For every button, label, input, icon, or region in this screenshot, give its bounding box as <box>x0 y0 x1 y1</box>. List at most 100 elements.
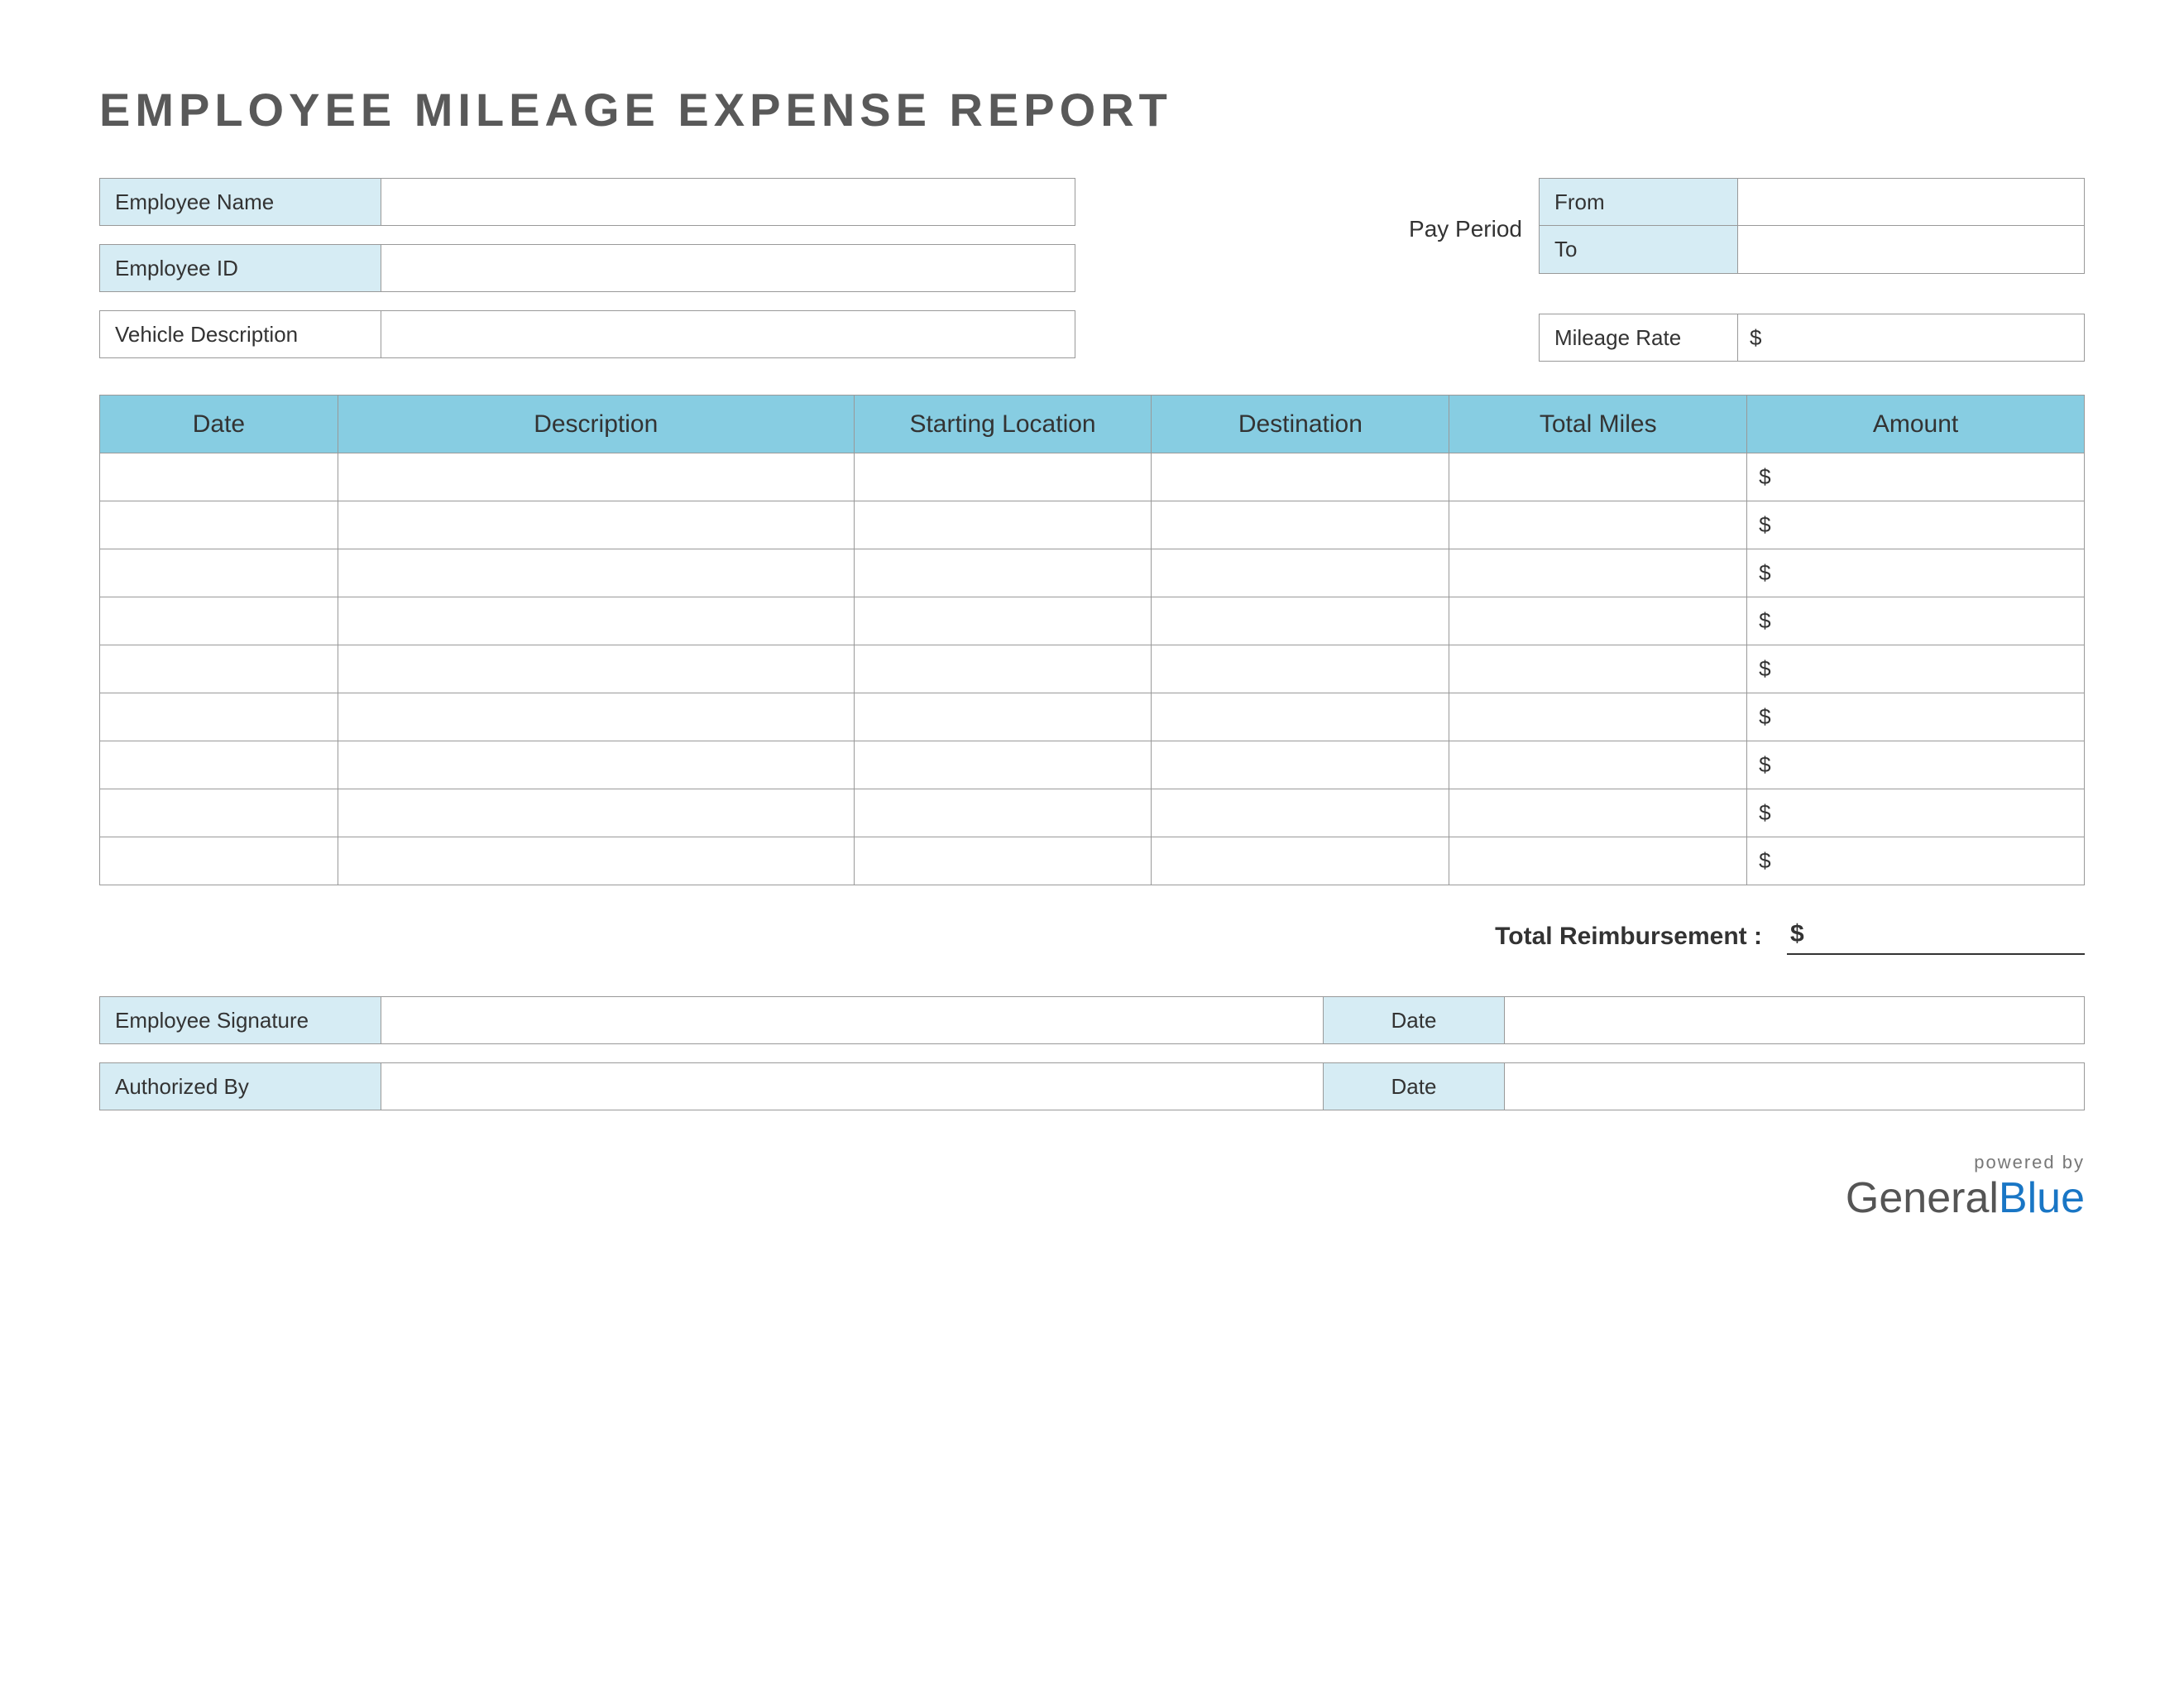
authorized-by-input[interactable] <box>381 1063 1323 1110</box>
cell-destination[interactable] <box>1152 549 1449 597</box>
cell-total_miles[interactable] <box>1449 597 1747 645</box>
mileage-rate-input[interactable]: $ <box>1738 314 2084 361</box>
cell-destination[interactable] <box>1152 837 1449 885</box>
to-label: To <box>1540 226 1738 273</box>
cell-date[interactable] <box>100 741 338 789</box>
cell-date[interactable] <box>100 837 338 885</box>
authorized-date-input[interactable] <box>1505 1063 2084 1110</box>
cell-description[interactable] <box>338 549 854 597</box>
cell-description[interactable] <box>338 645 854 693</box>
employee-name-label: Employee Name <box>100 179 381 225</box>
cell-starting_location[interactable] <box>854 597 1152 645</box>
cell-starting_location[interactable] <box>854 741 1152 789</box>
cell-description[interactable] <box>338 693 854 741</box>
footer: powered by GeneralBlue <box>99 1152 2085 1223</box>
employee-signature-input[interactable] <box>381 997 1323 1043</box>
cell-total_miles[interactable] <box>1449 645 1747 693</box>
cell-amount[interactable]: $ <box>1747 741 2085 789</box>
cell-destination[interactable] <box>1152 597 1449 645</box>
employee-signature-date-label: Date <box>1323 997 1505 1043</box>
cell-destination[interactable] <box>1152 645 1449 693</box>
powered-by-text: powered by <box>99 1152 2085 1173</box>
table-row: $ <box>100 741 2085 789</box>
employee-signature-label: Employee Signature <box>100 997 381 1043</box>
cell-description[interactable] <box>338 837 854 885</box>
col-header-amount: Amount <box>1747 396 2085 453</box>
col-header-starting-location: Starting Location <box>854 396 1152 453</box>
cell-date[interactable] <box>100 549 338 597</box>
cell-amount[interactable]: $ <box>1747 789 2085 837</box>
total-reimbursement-value[interactable]: $ <box>1787 918 2085 955</box>
cell-total_miles[interactable] <box>1449 741 1747 789</box>
cell-total_miles[interactable] <box>1449 789 1747 837</box>
cell-total_miles[interactable] <box>1449 501 1747 549</box>
cell-date[interactable] <box>100 501 338 549</box>
table-row: $ <box>100 645 2085 693</box>
cell-total_miles[interactable] <box>1449 549 1747 597</box>
col-header-total-miles: Total Miles <box>1449 396 1747 453</box>
cell-amount[interactable]: $ <box>1747 501 2085 549</box>
mileage-rate-row: Mileage Rate $ <box>1539 314 2085 362</box>
cell-destination[interactable] <box>1152 501 1449 549</box>
authorized-by-label: Authorized By <box>100 1063 381 1110</box>
table-row: $ <box>100 597 2085 645</box>
employee-signature-date-input[interactable] <box>1505 997 2084 1043</box>
cell-starting_location[interactable] <box>854 501 1152 549</box>
cell-date[interactable] <box>100 789 338 837</box>
brand-blue: Blue <box>1999 1174 2085 1222</box>
cell-starting_location[interactable] <box>854 549 1152 597</box>
page-title: EMPLOYEE MILEAGE EXPENSE REPORT <box>99 83 2085 137</box>
table-row: $ <box>100 453 2085 501</box>
col-header-description: Description <box>338 396 854 453</box>
cell-amount[interactable]: $ <box>1747 549 2085 597</box>
brand-logo: GeneralBlue <box>99 1173 2085 1223</box>
cell-starting_location[interactable] <box>854 837 1152 885</box>
cell-amount[interactable]: $ <box>1747 453 2085 501</box>
employee-name-row: Employee Name <box>99 178 1075 226</box>
cell-description[interactable] <box>338 453 854 501</box>
cell-starting_location[interactable] <box>854 693 1152 741</box>
authorized-date-label: Date <box>1323 1063 1505 1110</box>
cell-date[interactable] <box>100 693 338 741</box>
total-reimbursement-label: Total Reimbursement : <box>1495 923 1762 951</box>
cell-amount[interactable]: $ <box>1747 645 2085 693</box>
cell-date[interactable] <box>100 597 338 645</box>
cell-total_miles[interactable] <box>1449 837 1747 885</box>
pay-period-to-row: To <box>1539 226 2085 274</box>
cell-amount[interactable]: $ <box>1747 837 2085 885</box>
from-input[interactable] <box>1738 179 2084 225</box>
cell-amount[interactable]: $ <box>1747 693 2085 741</box>
total-reimbursement-row: Total Reimbursement : $ <box>99 918 2085 955</box>
cell-starting_location[interactable] <box>854 789 1152 837</box>
table-row: $ <box>100 501 2085 549</box>
table-row: $ <box>100 789 2085 837</box>
cell-description[interactable] <box>338 789 854 837</box>
table-row: $ <box>100 837 2085 885</box>
cell-amount[interactable]: $ <box>1747 597 2085 645</box>
cell-starting_location[interactable] <box>854 645 1152 693</box>
pay-period-from-row: From <box>1539 178 2085 226</box>
employee-id-row: Employee ID <box>99 244 1075 292</box>
cell-destination[interactable] <box>1152 789 1449 837</box>
cell-total_miles[interactable] <box>1449 453 1747 501</box>
cell-destination[interactable] <box>1152 741 1449 789</box>
cell-total_miles[interactable] <box>1449 693 1747 741</box>
cell-description[interactable] <box>338 741 854 789</box>
employee-name-input[interactable] <box>381 179 1075 225</box>
header-fields: Employee Name Employee ID Vehicle Descri… <box>99 178 2085 362</box>
to-input[interactable] <box>1738 226 2084 273</box>
cell-starting_location[interactable] <box>854 453 1152 501</box>
table-row: $ <box>100 693 2085 741</box>
employee-id-input[interactable] <box>381 245 1075 291</box>
cell-description[interactable] <box>338 501 854 549</box>
employee-signature-row: Employee Signature Date <box>99 996 2085 1044</box>
cell-date[interactable] <box>100 453 338 501</box>
vehicle-desc-row: Vehicle Description <box>99 310 1075 358</box>
cell-description[interactable] <box>338 597 854 645</box>
cell-destination[interactable] <box>1152 453 1449 501</box>
vehicle-desc-input[interactable] <box>381 311 1075 357</box>
authorized-by-row: Authorized By Date <box>99 1062 2085 1110</box>
mileage-table: Date Description Starting Location Desti… <box>99 395 2085 885</box>
cell-date[interactable] <box>100 645 338 693</box>
cell-destination[interactable] <box>1152 693 1449 741</box>
